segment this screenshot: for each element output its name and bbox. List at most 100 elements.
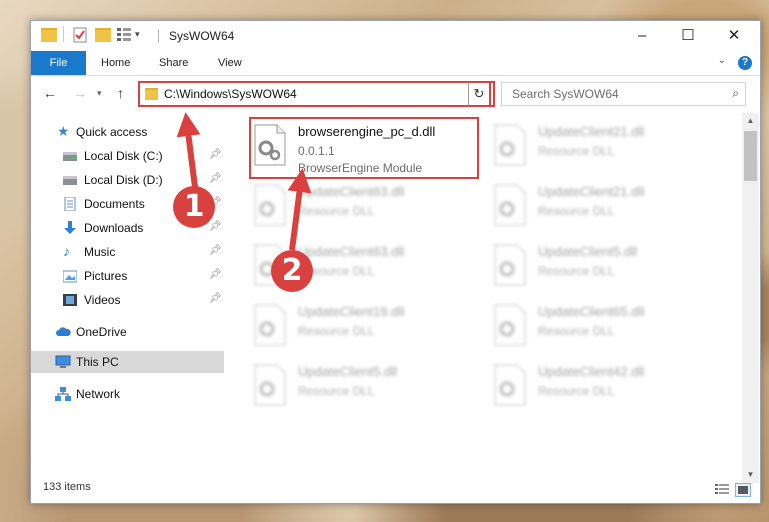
- up-arrow-icon[interactable]: ↑: [117, 85, 124, 101]
- downloads-icon: [63, 221, 77, 235]
- explorer-window: ▾ SysWOW64 – ☐ ✕ File Home Share View ⌄ …: [30, 20, 761, 504]
- nav-label: Videos: [84, 293, 121, 307]
- address-bar[interactable]: C:\Windows\SysWOW64 ⌄: [138, 81, 495, 107]
- nav-label: Local Disk (D:): [84, 173, 163, 187]
- callout-badge-2: 2: [271, 250, 313, 292]
- dll-file-icon: [493, 304, 527, 346]
- new-folder-icon[interactable]: [95, 28, 111, 42]
- dll-file-icon: [253, 304, 287, 346]
- pictures-icon: [62, 269, 78, 283]
- tab-view[interactable]: View: [218, 51, 242, 75]
- nav-item-onedrive[interactable]: OneDrive: [31, 321, 224, 343]
- nav-item-videos[interactable]: Videos 📌︎: [31, 289, 224, 311]
- file-item[interactable]: UpdateClient42.dll Resource DLL: [493, 359, 723, 417]
- file-item[interactable]: UpdateClient21.dll Resource DLL: [493, 179, 723, 237]
- pin-icon[interactable]: 📌︎: [209, 149, 222, 160]
- vertical-scrollbar[interactable]: ▲ ▼: [742, 113, 759, 483]
- customize-toolbar-chevron-icon[interactable]: ▾: [135, 29, 140, 40]
- refresh-icon: ↻: [473, 86, 485, 101]
- nav-label: Pictures: [84, 269, 128, 283]
- network-icon: [55, 387, 71, 401]
- help-icon[interactable]: ?: [738, 56, 752, 70]
- maximize-button[interactable]: ☐: [665, 21, 711, 51]
- forward-arrow-icon[interactable]: →: [73, 85, 87, 101]
- expand-ribbon-chevron-icon[interactable]: ⌄: [718, 55, 726, 66]
- scroll-thumb[interactable]: [744, 131, 757, 181]
- file-name: UpdateClient5.dll: [538, 244, 638, 259]
- file-item[interactable]: UpdateClient21.dll Resource DLL: [493, 119, 723, 177]
- nav-label: Local Disk (C:): [84, 149, 163, 163]
- computer-icon: [55, 355, 71, 369]
- nav-label: OneDrive: [76, 325, 127, 339]
- file-name: UpdateClient63.dll: [298, 244, 405, 259]
- properties-icon[interactable]: [73, 27, 87, 46]
- star-icon: ★: [57, 123, 70, 139]
- drive-icon: [63, 173, 77, 187]
- file-name: UpdateClient63.dll: [298, 184, 405, 199]
- tab-share[interactable]: Share: [159, 51, 188, 75]
- nav-item-local-disk-c[interactable]: Local Disk (C:) 📌︎: [31, 145, 224, 167]
- nav-item-this-pc[interactable]: This PC: [31, 351, 224, 373]
- item-count: 133 items: [43, 481, 91, 493]
- pin-icon[interactable]: 📌︎: [209, 269, 222, 280]
- file-item[interactable]: UpdateClient5.dll Resource DLL: [493, 239, 723, 297]
- address-path: C:\Windows\SysWOW64: [164, 87, 297, 101]
- scroll-down-icon[interactable]: ▼: [742, 467, 759, 483]
- music-icon: ♪: [63, 243, 70, 259]
- back-arrow-icon[interactable]: ←: [43, 85, 57, 101]
- ribbon-tabs: File Home Share View ⌄ ?: [31, 51, 760, 76]
- nav-item-quick-access[interactable]: ★ Quick access: [31, 121, 224, 143]
- title-bar: ▾ SysWOW64 – ☐ ✕: [31, 21, 760, 51]
- file-item[interactable]: UpdateClient5.dll Resource DLL: [253, 359, 483, 417]
- window-title: SysWOW64: [169, 29, 235, 43]
- recent-locations-chevron-icon[interactable]: ▾: [97, 88, 102, 99]
- file-item[interactable]: UpdateClient65.dll Resource DLL: [493, 299, 723, 357]
- file-description: Resource DLL: [538, 324, 615, 338]
- title-divider: [158, 29, 159, 43]
- nav-item-music[interactable]: ♪ Music 📌︎: [31, 241, 224, 263]
- file-item[interactable]: UpdateClient63.dll Resource DLL: [253, 179, 483, 237]
- file-name: UpdateClient21.dll: [538, 124, 645, 139]
- cloud-icon: [55, 325, 71, 339]
- videos-icon: [63, 293, 77, 307]
- file-description: Resource DLL: [298, 384, 375, 398]
- file-name: UpdateClient42.dll: [538, 364, 645, 379]
- dll-file-icon: [493, 124, 527, 166]
- dll-file-icon: [493, 364, 527, 406]
- pin-icon[interactable]: 📌︎: [209, 221, 222, 232]
- view-options-icon[interactable]: [117, 27, 131, 44]
- nav-label: Downloads: [84, 221, 144, 235]
- details-view-icon[interactable]: [715, 483, 729, 495]
- pin-icon[interactable]: 📌︎: [209, 245, 222, 256]
- search-input[interactable]: [510, 83, 724, 105]
- nav-label: This PC: [76, 355, 119, 369]
- navigation-bar: ← → ▾ ↑ C:\Windows\SysWOW64 ⌄ ↻ ⌕: [31, 76, 760, 110]
- pin-icon[interactable]: 📌︎: [209, 293, 222, 304]
- file-description: Resource DLL: [538, 264, 615, 278]
- nav-item-network[interactable]: Network: [31, 383, 224, 405]
- pin-icon[interactable]: 📌︎: [209, 173, 222, 184]
- minimize-button[interactable]: –: [619, 21, 665, 51]
- dll-file-icon: [493, 184, 527, 226]
- large-icons-view-icon[interactable]: [735, 483, 751, 497]
- folder-icon: [145, 88, 158, 100]
- tab-file[interactable]: File: [31, 51, 86, 75]
- toolbar-divider: [63, 26, 64, 42]
- close-button[interactable]: ✕: [711, 21, 757, 51]
- dll-file-icon: [253, 364, 287, 406]
- navigation-pane: ★ Quick access Local Disk (C:) 📌︎ Local …: [31, 113, 224, 468]
- search-icon[interactable]: ⌕: [732, 86, 739, 101]
- refresh-button[interactable]: ↻: [468, 81, 491, 107]
- dll-file-icon: [493, 244, 527, 286]
- file-item[interactable]: UpdateClient19.dll Resource DLL: [253, 299, 483, 357]
- file-description: Resource DLL: [538, 384, 615, 398]
- search-box[interactable]: ⌕: [501, 82, 746, 106]
- scroll-up-icon[interactable]: ▲: [742, 113, 759, 129]
- file-description: Resource DLL: [538, 204, 615, 218]
- nav-label: Quick access: [76, 125, 148, 139]
- file-description: Resource DLL: [298, 204, 375, 218]
- file-highlight-box: [249, 117, 479, 179]
- nav-label: Music: [84, 245, 116, 259]
- nav-item-pictures[interactable]: Pictures 📌︎: [31, 265, 224, 287]
- tab-home[interactable]: Home: [101, 51, 130, 75]
